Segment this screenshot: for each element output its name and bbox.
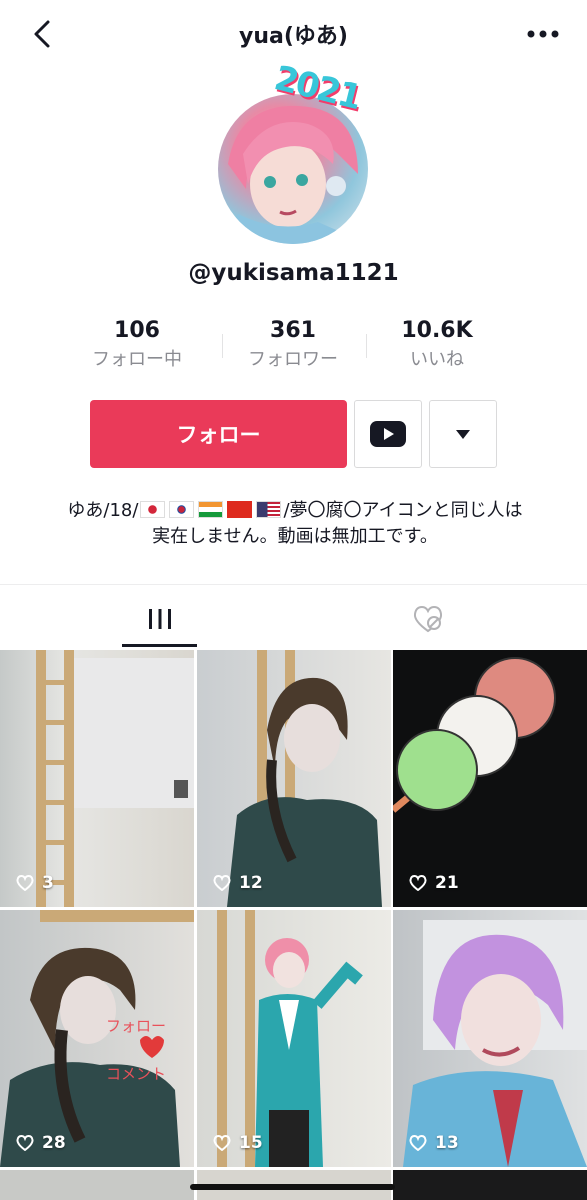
suggestions-dropdown-button[interactable] — [429, 400, 497, 468]
grid-lines-icon — [148, 609, 171, 629]
stat-label: フォロー中 — [92, 349, 182, 370]
video-thumbnail[interactable]: 15 — [197, 910, 391, 1167]
tab-videos[interactable] — [122, 590, 197, 648]
follow-button[interactable]: フォロー — [90, 400, 347, 468]
caret-down-icon — [456, 429, 470, 439]
bio: ゆあ/18//夢〇腐〇アイコンと同じ人は実在しません。動画は無加工です。 — [60, 498, 530, 550]
video-thumbnail[interactable]: 3 — [0, 650, 194, 907]
video-thumbnail[interactable]: フォロー コメント 28 — [0, 910, 194, 1167]
avatar[interactable] — [218, 94, 368, 244]
stat-label: いいね — [410, 349, 464, 370]
youtube-icon — [370, 421, 406, 447]
cn-flag-icon — [227, 501, 253, 518]
video-thumbnail[interactable]: 21 — [393, 650, 587, 907]
heart-outline-icon — [409, 875, 427, 891]
video-thumbnail[interactable]: 12 — [197, 650, 391, 907]
like-count: 12 — [213, 873, 263, 893]
heart-outline-icon — [409, 1135, 427, 1151]
bio-prefix: ゆあ/18/ — [67, 500, 139, 521]
heart-hidden-icon — [413, 605, 442, 633]
kr-flag-icon — [169, 501, 195, 518]
in-flag-icon — [198, 501, 224, 518]
like-count: 15 — [213, 1133, 263, 1153]
home-indicator — [190, 1184, 395, 1190]
heart-outline-icon — [16, 875, 34, 891]
youtube-button[interactable] — [354, 400, 422, 468]
like-count: 21 — [409, 873, 459, 893]
like-count: 3 — [16, 873, 54, 893]
stat-following[interactable]: 106 フォロー中 — [47, 316, 227, 374]
section-divider — [0, 584, 587, 585]
video-overlay-text: フォロー コメント — [106, 1017, 167, 1083]
video-thumbnail[interactable] — [393, 1170, 587, 1200]
like-count: 28 — [16, 1133, 66, 1153]
tab-liked[interactable] — [390, 590, 465, 648]
heart-outline-icon — [213, 875, 231, 891]
more-options-button[interactable] — [520, 14, 566, 54]
like-count: 13 — [409, 1133, 459, 1153]
more-dots-icon — [527, 30, 559, 38]
video-thumbnail[interactable] — [0, 1170, 194, 1200]
active-tab-indicator — [122, 644, 197, 647]
username: @yukisama1121 — [188, 260, 399, 286]
jp-flag-icon — [140, 501, 166, 518]
heart-outline-icon — [16, 1135, 34, 1151]
stat-value: 106 — [114, 318, 160, 343]
heart-outline-icon — [213, 1135, 231, 1151]
us-flag-icon — [256, 501, 282, 518]
video-thumbnail[interactable]: 13 — [393, 910, 587, 1167]
stat-likes[interactable]: 10.6K いいね — [347, 316, 527, 374]
page-title: yua(ゆあ) — [239, 24, 348, 49]
stat-value: 10.6K — [401, 318, 473, 343]
